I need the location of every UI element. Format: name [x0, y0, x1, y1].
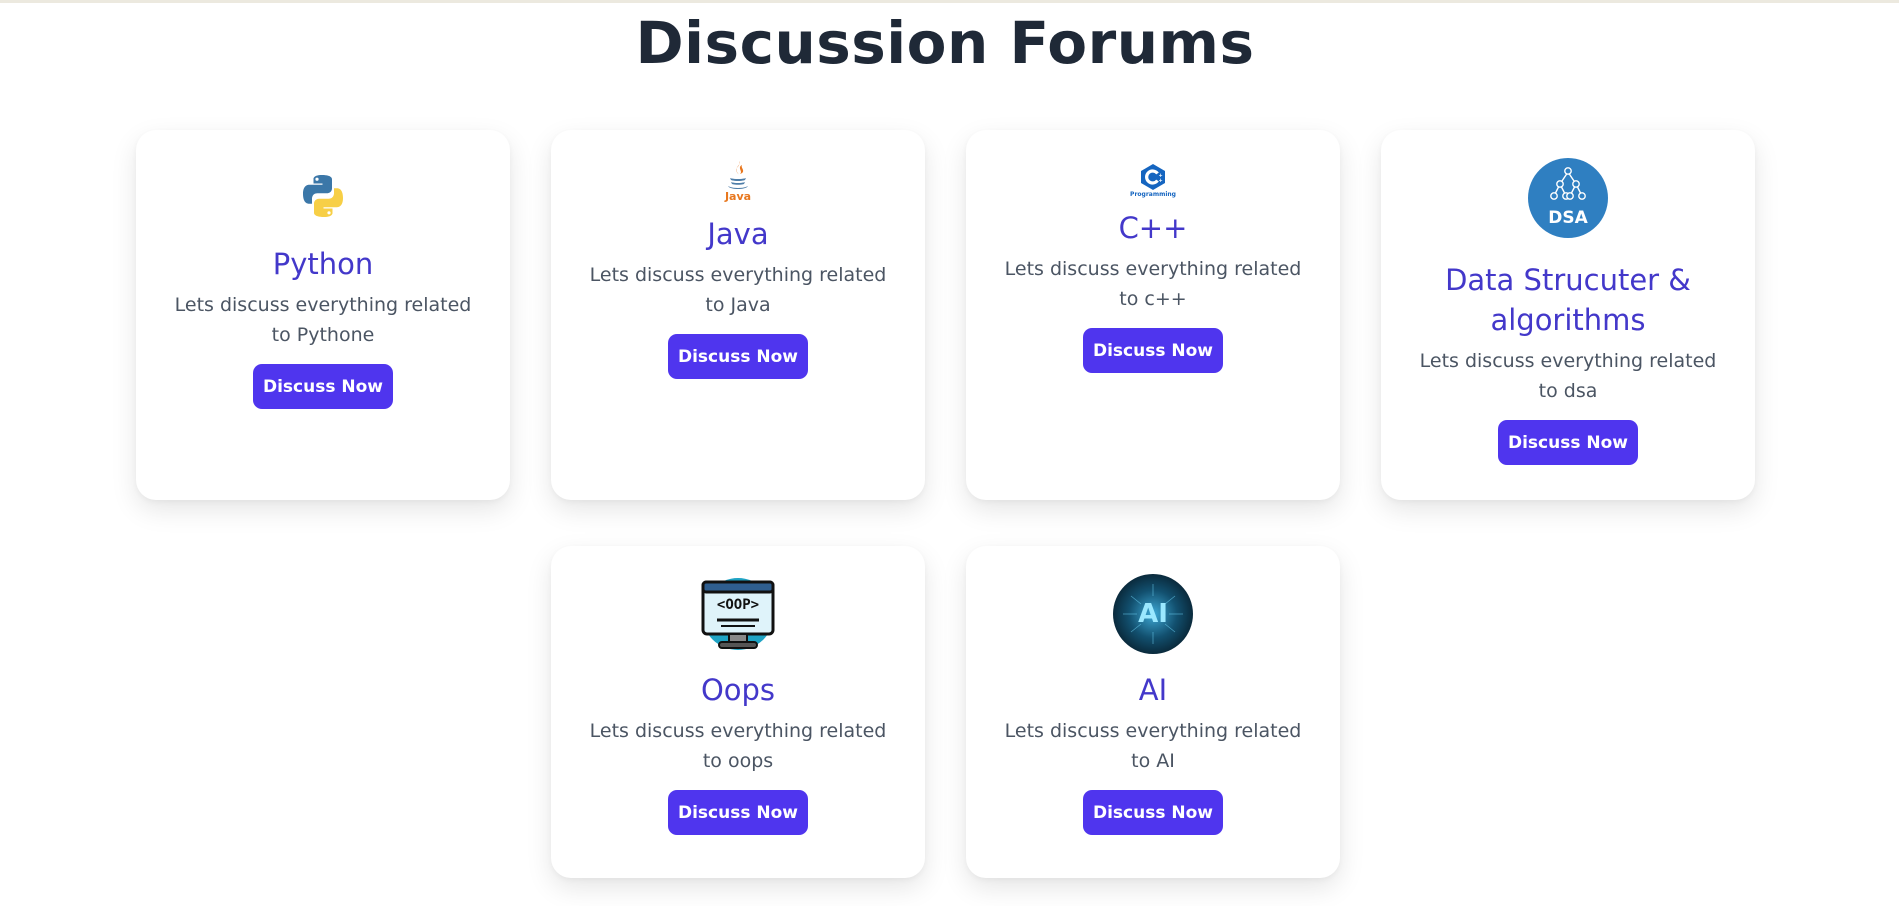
discuss-now-button[interactable]: Discuss Now: [668, 790, 808, 835]
forum-card-oops: <OOP> Oops Lets discuss everything relat…: [551, 546, 925, 878]
forum-card-python: Python Lets discuss everything related t…: [136, 130, 510, 500]
card-description: Lets discuss everything related to Java: [589, 264, 887, 316]
card-description: Lets discuss everything related to AI: [1004, 720, 1302, 772]
card-description: Lets discuss everything related to dsa: [1419, 350, 1717, 402]
oop-monitor-icon: <OOP>: [701, 574, 775, 654]
dsa-icon: DSA: [1528, 158, 1608, 238]
card-title: Data Strucuter & algorithms: [1445, 263, 1691, 337]
cpp-icon: + + Programming: [1130, 162, 1176, 200]
card-title: C++: [1118, 211, 1188, 245]
card-description: Lets discuss everything related to Pytho…: [174, 294, 472, 346]
forum-card-cpp: + + Programming C++ Lets discuss everyth…: [966, 130, 1340, 500]
java-icon: Java: [723, 158, 753, 204]
forum-card-ai: AI AI Lets discuss everything related to…: [966, 546, 1340, 878]
card-title: Java: [707, 217, 769, 251]
card-title: AI: [1138, 673, 1168, 707]
card-description: Lets discuss everything related to c++: [1004, 258, 1302, 310]
forum-card-dsa: DSA Data Strucuter & algorithms Lets dis…: [1381, 130, 1755, 500]
svg-text:+: +: [1159, 178, 1163, 184]
discuss-now-button[interactable]: Discuss Now: [668, 334, 808, 379]
discuss-now-button[interactable]: Discuss Now: [1498, 420, 1638, 465]
top-border: [0, 0, 1899, 3]
java-logo-text: Java: [724, 190, 752, 203]
oop-logo-text: <OOP>: [716, 597, 760, 613]
discuss-now-button[interactable]: Discuss Now: [1083, 328, 1223, 373]
page-title: Discussion Forums: [635, 9, 1255, 77]
card-description: Lets discuss everything related to oops: [589, 720, 887, 772]
ai-logo-text: AI: [1138, 599, 1168, 629]
ai-icon: AI: [1113, 574, 1193, 654]
discuss-now-button[interactable]: Discuss Now: [253, 364, 393, 409]
card-title: Oops: [700, 673, 776, 707]
card-title: Python: [272, 247, 374, 281]
dsa-logo-text: DSA: [1548, 208, 1588, 228]
discuss-now-button[interactable]: Discuss Now: [1083, 790, 1223, 835]
python-icon: [299, 172, 347, 220]
cpp-logo-text: Programming: [1130, 191, 1176, 198]
forum-card-java: Java Java Lets discuss everything relate…: [551, 130, 925, 500]
